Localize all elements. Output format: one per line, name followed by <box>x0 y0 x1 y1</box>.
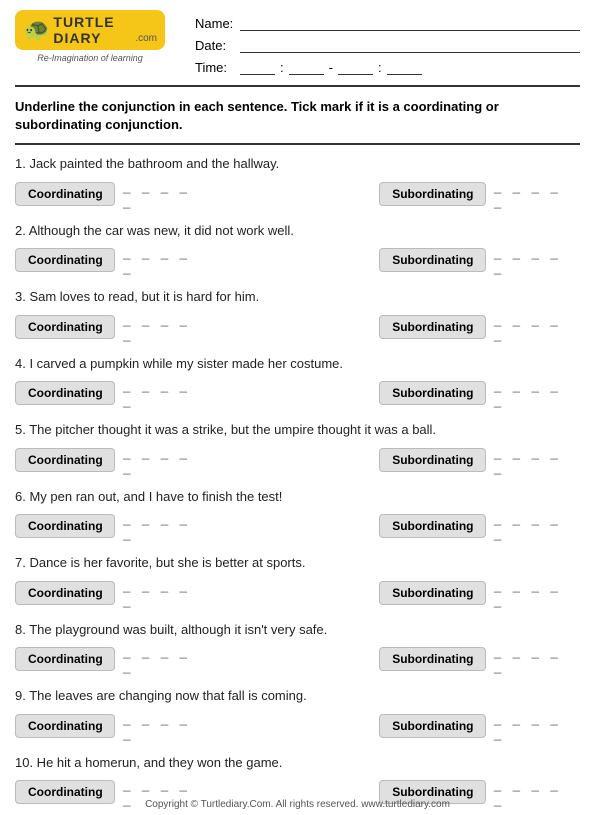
instructions-divider <box>15 143 580 145</box>
button-row-5: Coordinating _ _ _ _ _ Subordinating _ _ _ … <box>15 445 580 475</box>
subordinating-button-7[interactable]: Subordinating <box>379 581 486 605</box>
time-field-2[interactable] <box>289 59 324 75</box>
sentence-text-4: 4. I carved a pumpkin while my sister ma… <box>15 354 580 374</box>
logo-com: .com <box>135 33 157 44</box>
subord-dashes-5: _ _ _ _ _ <box>494 445 580 475</box>
coord-dashes-2: _ _ _ _ _ <box>123 245 209 275</box>
time-field-4[interactable] <box>387 59 422 75</box>
sentences-container: 1. Jack painted the bathroom and the hal… <box>0 150 595 815</box>
coord-dashes-7: _ _ _ _ _ <box>123 578 209 608</box>
subord-dashes-4: _ _ _ _ _ <box>494 378 580 408</box>
turtle-icon: 🐢 <box>23 17 50 43</box>
button-row-7: Coordinating _ _ _ _ _ Subordinating _ _ _ … <box>15 578 580 608</box>
coordinating-button-2[interactable]: Coordinating <box>15 248 115 272</box>
sentence-text-8: 8. The playground was built, although it… <box>15 620 580 640</box>
sentence-block-1: 1. Jack painted the bathroom and the hal… <box>0 150 595 217</box>
time-sep-2: - <box>329 60 333 75</box>
time-field-1[interactable] <box>240 59 275 75</box>
subord-dashes-8: _ _ _ _ _ <box>494 644 580 674</box>
time-sep-1: : <box>280 60 284 75</box>
button-row-1: Coordinating _ _ _ _ _ Subordinating _ _ _ … <box>15 179 580 209</box>
subordinating-button-1[interactable]: Subordinating <box>379 182 486 206</box>
button-row-4: Coordinating _ _ _ _ _ Subordinating _ _ _ … <box>15 378 580 408</box>
sentence-block-4: 4. I carved a pumpkin while my sister ma… <box>0 350 595 417</box>
sentence-text-2: 2. Although the car was new, it did not … <box>15 221 580 241</box>
coordinating-button-1[interactable]: Coordinating <box>15 182 115 206</box>
sentence-block-8: 8. The playground was built, although it… <box>0 616 595 683</box>
time-label: Time: <box>195 60 235 75</box>
subordinating-button-9[interactable]: Subordinating <box>379 714 486 738</box>
date-field[interactable] <box>240 37 580 53</box>
date-label: Date: <box>195 38 235 53</box>
sentence-block-7: 7. Dance is her favorite, but she is bet… <box>0 549 595 616</box>
sentence-block-9: 9. The leaves are changing now that fall… <box>0 682 595 749</box>
sentence-text-9: 9. The leaves are changing now that fall… <box>15 686 580 706</box>
name-row: Name: <box>195 15 580 31</box>
sentence-block-6: 6. My pen ran out, and I have to finish … <box>0 483 595 550</box>
sentence-block-3: 3. Sam loves to read, but it is hard for… <box>0 283 595 350</box>
coord-dashes-8: _ _ _ _ _ <box>123 644 209 674</box>
header-divider <box>15 85 580 87</box>
coordinating-button-9[interactable]: Coordinating <box>15 714 115 738</box>
button-row-3: Coordinating _ _ _ _ _ Subordinating _ _ _ … <box>15 312 580 342</box>
coord-dashes-4: _ _ _ _ _ <box>123 378 209 408</box>
logo-tagline: Re-Imagination of learning <box>37 53 143 63</box>
coord-dashes-3: _ _ _ _ _ <box>123 312 209 342</box>
logo-area: 🐢 TURTLE DIARY .com Re-Imagination of le… <box>15 10 165 63</box>
coordinating-button-5[interactable]: Coordinating <box>15 448 115 472</box>
subord-dashes-1: _ _ _ _ _ <box>494 179 580 209</box>
coordinating-button-4[interactable]: Coordinating <box>15 381 115 405</box>
button-row-8: Coordinating _ _ _ _ _ Subordinating _ _ _ … <box>15 644 580 674</box>
coordinating-button-7[interactable]: Coordinating <box>15 581 115 605</box>
footer: Copyright © Turtlediary.Com. All rights … <box>0 799 595 810</box>
subord-dashes-2: _ _ _ _ _ <box>494 245 580 275</box>
button-row-6: Coordinating _ _ _ _ _ Subordinating _ _ _ … <box>15 511 580 541</box>
date-row: Date: <box>195 37 580 53</box>
subord-dashes-7: _ _ _ _ _ <box>494 578 580 608</box>
sentence-text-6: 6. My pen ran out, and I have to finish … <box>15 487 580 507</box>
logo-box: 🐢 TURTLE DIARY .com <box>15 10 165 50</box>
sentence-text-10: 10. He hit a homerun, and they won the g… <box>15 753 580 773</box>
button-row-2: Coordinating _ _ _ _ _ Subordinating _ _ _ … <box>15 245 580 275</box>
time-field-3[interactable] <box>338 59 373 75</box>
coord-dashes-9: _ _ _ _ _ <box>123 711 209 741</box>
sentence-text-7: 7. Dance is her favorite, but she is bet… <box>15 553 580 573</box>
page-header: 🐢 TURTLE DIARY .com Re-Imagination of le… <box>0 0 595 80</box>
coordinating-button-8[interactable]: Coordinating <box>15 647 115 671</box>
coordinating-button-3[interactable]: Coordinating <box>15 315 115 339</box>
sentence-text-5: 5. The pitcher thought it was a strike, … <box>15 420 580 440</box>
subordinating-button-3[interactable]: Subordinating <box>379 315 486 339</box>
coordinating-button-6[interactable]: Coordinating <box>15 514 115 538</box>
subordinating-button-8[interactable]: Subordinating <box>379 647 486 671</box>
name-field[interactable] <box>240 15 580 31</box>
instructions: Underline the conjunction in each senten… <box>0 92 595 138</box>
sentence-block-2: 2. Although the car was new, it did not … <box>0 217 595 284</box>
subordinating-button-6[interactable]: Subordinating <box>379 514 486 538</box>
coord-dashes-1: _ _ _ _ _ <box>123 179 209 209</box>
coord-dashes-5: _ _ _ _ _ <box>123 445 209 475</box>
subordinating-button-4[interactable]: Subordinating <box>379 381 486 405</box>
coord-dashes-6: _ _ _ _ _ <box>123 511 209 541</box>
button-row-9: Coordinating _ _ _ _ _ Subordinating _ _ _ … <box>15 711 580 741</box>
form-fields: Name: Date: Time: : - : <box>195 10 580 75</box>
subordinating-button-2[interactable]: Subordinating <box>379 248 486 272</box>
sentence-text-1: 1. Jack painted the bathroom and the hal… <box>15 154 580 174</box>
logo-text: TURTLE DIARY <box>53 14 132 46</box>
name-label: Name: <box>195 16 235 31</box>
subord-dashes-9: _ _ _ _ _ <box>494 711 580 741</box>
subord-dashes-3: _ _ _ _ _ <box>494 312 580 342</box>
subord-dashes-6: _ _ _ _ _ <box>494 511 580 541</box>
subordinating-button-5[interactable]: Subordinating <box>379 448 486 472</box>
time-row: Time: : - : <box>195 59 580 75</box>
sentence-block-5: 5. The pitcher thought it was a strike, … <box>0 416 595 483</box>
time-sep-3: : <box>378 60 382 75</box>
sentence-text-3: 3. Sam loves to read, but it is hard for… <box>15 287 580 307</box>
